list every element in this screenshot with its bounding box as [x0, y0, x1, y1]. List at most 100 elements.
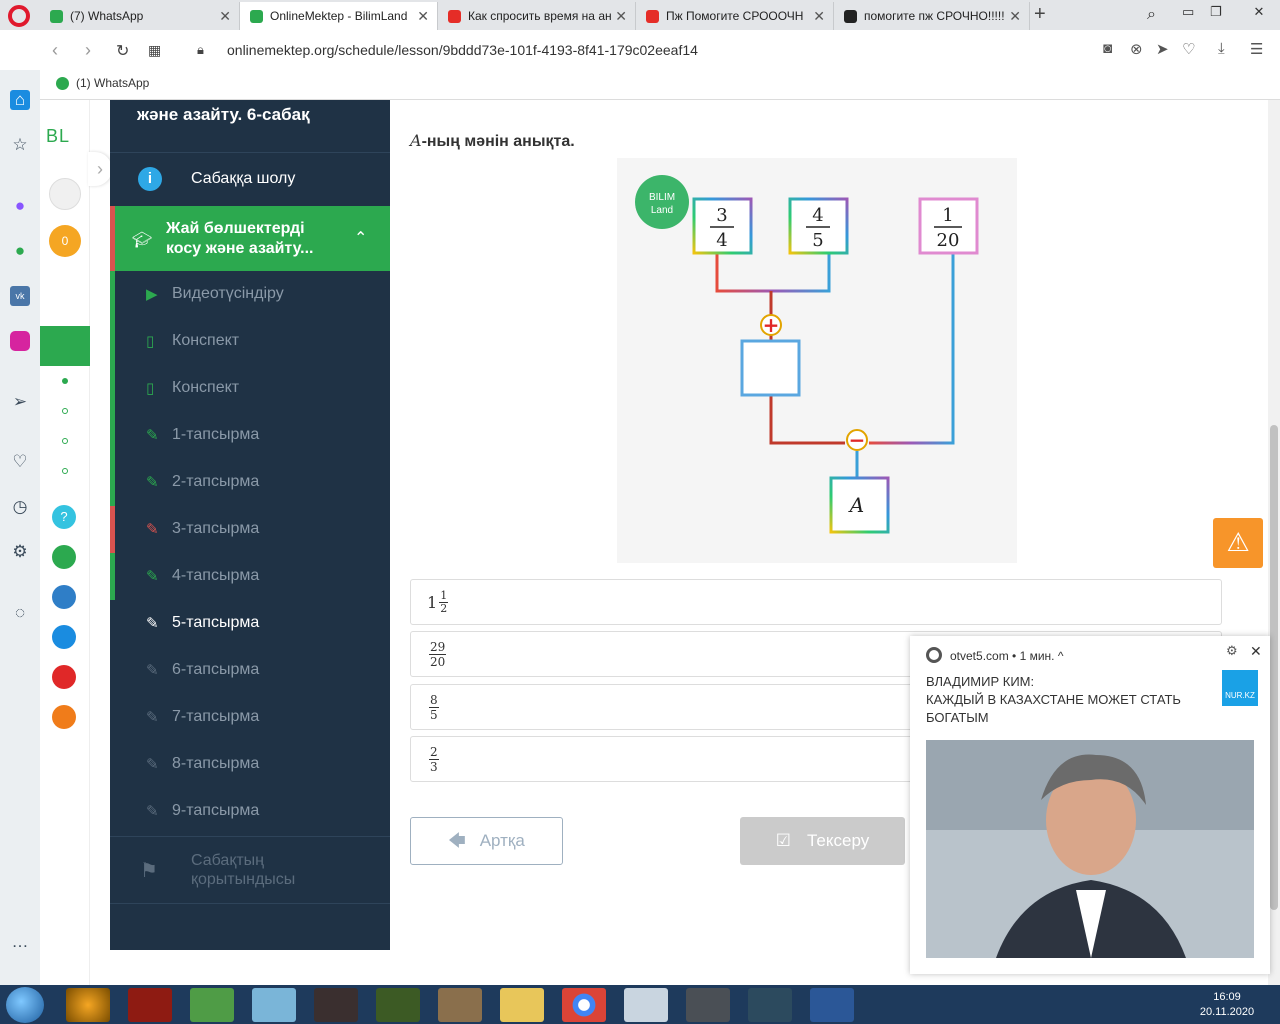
ad-photo[interactable] — [926, 740, 1254, 958]
taskbar-notes-icon[interactable] — [252, 988, 296, 1022]
ad-text[interactable]: ВЛАДИМИР КИМ: КАЖДЫЙ В КАЗАХСТАНЕ МОЖЕТ … — [926, 673, 1206, 727]
bilimland-icon[interactable] — [52, 545, 76, 569]
imagine-icon[interactable] — [52, 705, 76, 729]
back-button[interactable]: 🡄 Артқа — [410, 817, 563, 865]
dot-icon[interactable] — [62, 438, 68, 444]
adblock-icon[interactable]: ⊗ — [1130, 40, 1143, 58]
sidebar-item-12[interactable]: ✎ 9-тапсырма — [110, 788, 390, 835]
menu-icon[interactable]: ☰ — [1250, 40, 1263, 58]
tab-znanija[interactable]: помогите пж СРОЧНО!!!!! ✕ — [834, 2, 1030, 30]
vk-icon[interactable]: vk — [10, 286, 30, 306]
sidebar-item-4[interactable]: ✎ 1-тапсырма — [110, 412, 390, 459]
sidebar-item-11[interactable]: ✎ 8-тапсырма — [110, 741, 390, 788]
forward-arrow-icon[interactable]: › — [85, 40, 91, 61]
dot-icon[interactable] — [62, 408, 68, 414]
coins-badge[interactable]: 0 — [49, 225, 81, 257]
check-button[interactable]: ☑ Тексеру — [740, 817, 905, 865]
minimize-icon[interactable]: ▭ — [1182, 2, 1194, 22]
tab-youtube[interactable]: Как спросить время на ан ✕ — [438, 2, 636, 30]
avatar[interactable] — [49, 178, 81, 210]
whatsapp-icon[interactable]: ● — [10, 241, 30, 261]
onlinemektep-rail-item[interactable] — [40, 326, 90, 366]
twig-icon[interactable] — [52, 665, 76, 689]
heart-icon[interactable]: ♡ — [1182, 40, 1195, 58]
bookmark-whatsapp[interactable]: (1) WhatsApp — [76, 76, 149, 90]
app-icon[interactable] — [52, 625, 76, 649]
new-tab-button[interactable]: + — [1034, 3, 1046, 26]
lock-icon[interactable]: 🔒︎ — [197, 42, 204, 58]
tab-yandex[interactable]: Пж Помогите СРОООЧН ✕ — [636, 2, 834, 30]
opera-logo-icon[interactable] — [8, 5, 30, 27]
ad-close-icon[interactable]: ✕ — [1250, 643, 1262, 660]
sidebar-item-3[interactable]: ▯ Конспект — [110, 365, 390, 412]
close-window-icon[interactable]: ✕ — [1240, 2, 1278, 22]
summary-item[interactable]: ⚑ Сабақтың қорытындысы — [110, 837, 390, 903]
tab-onlinemektep[interactable]: OnlineMektep - BilimLand ✕ — [240, 2, 438, 30]
answer-option-1[interactable]: 1 12 — [410, 579, 1222, 625]
start-button[interactable] — [6, 987, 44, 1023]
system-tray[interactable] — [955, 996, 1185, 1014]
nurkz-logo[interactable]: NUR.KZ — [1222, 670, 1258, 706]
close-icon[interactable]: ✕ — [417, 2, 429, 30]
sidebar-item-label: 3-тапсырма — [172, 520, 260, 537]
bulb-icon[interactable]: ◌ — [10, 603, 30, 623]
clock[interactable]: 16:09 20.11.2020 — [1197, 990, 1257, 1020]
taskbar-ships-icon[interactable] — [748, 988, 792, 1022]
scrollbar-thumb[interactable] — [1270, 425, 1278, 910]
sidebar-item-2[interactable]: ▯ Конспект — [110, 318, 390, 365]
close-icon[interactable]: ✕ — [1009, 2, 1021, 30]
more-icon[interactable]: … — [10, 932, 30, 952]
expand-chevron-icon[interactable]: › — [88, 152, 112, 186]
taskbar-folder-icon[interactable] — [500, 988, 544, 1022]
url-field[interactable]: onlinemektep.org/schedule/lesson/9bddd73… — [227, 42, 698, 58]
section-header[interactable]: 🎓︎ Жай бөлшектерді косу және азайту... ⌃ — [110, 206, 390, 271]
sidebar-item-9[interactable]: ✎ 6-тапсырма — [110, 647, 390, 694]
taskbar-dota-icon[interactable] — [128, 988, 172, 1022]
restore-icon[interactable]: ❐ — [1210, 2, 1222, 22]
taskbar-game2-icon[interactable] — [376, 988, 420, 1022]
taskbar-money-icon[interactable] — [190, 988, 234, 1022]
close-icon[interactable]: ✕ — [219, 2, 231, 30]
taskbar-game-icon[interactable] — [314, 988, 358, 1022]
back-arrow-icon[interactable]: ‹ — [52, 40, 58, 61]
sidebar-item-6[interactable]: ✎ 3-тапсырма — [110, 506, 390, 553]
taskbar-tanks-icon[interactable] — [686, 988, 730, 1022]
tab-whatsapp[interactable]: (7) WhatsApp ✕ — [40, 2, 240, 30]
taskbar-app-1[interactable] — [66, 988, 110, 1022]
dot-icon[interactable] — [62, 378, 68, 384]
search-icon[interactable]: ⌕ — [1147, 5, 1156, 25]
report-warning-button[interactable]: ⚠ — [1213, 518, 1263, 568]
taskbar-word-icon[interactable] — [810, 988, 854, 1022]
sidebar-item-8[interactable]: ✎ 5-тапсырма — [110, 600, 390, 647]
taskbar-opera-icon[interactable] — [624, 988, 668, 1022]
history-icon[interactable]: ◷ — [10, 497, 30, 517]
sidebar-item-1[interactable]: ▶ Видеотүсіндіру — [110, 271, 390, 318]
settings-icon[interactable]: ⚙ — [10, 542, 30, 562]
dot-icon[interactable] — [62, 468, 68, 474]
messenger-icon[interactable]: ● — [10, 196, 30, 216]
bilimbook-icon[interactable] — [52, 585, 76, 609]
home-icon[interactable]: ⌂ — [10, 90, 30, 110]
sidebar-item-10[interactable]: ✎ 7-тапсырма — [110, 694, 390, 741]
tabs-grid-icon[interactable]: ▦ — [148, 42, 161, 59]
heart-icon[interactable]: ♡ — [10, 452, 30, 472]
instagram-icon[interactable] — [10, 331, 30, 351]
close-icon[interactable]: ✕ — [813, 2, 825, 30]
bl-logo[interactable]: BL — [46, 126, 70, 147]
send-icon[interactable]: ➢ — [10, 392, 30, 412]
download-icon[interactable]: ⤓ — [1218, 40, 1225, 57]
camera-icon[interactable]: ◙ — [1103, 40, 1112, 57]
taskbar-chrome-icon[interactable] — [562, 988, 606, 1022]
flow-icon[interactable]: ➤ — [1156, 40, 1169, 58]
overview-item[interactable]: i Сабаққа шолу — [110, 153, 390, 205]
reload-icon[interactable]: ↻ — [116, 41, 129, 61]
close-icon[interactable]: ✕ — [615, 2, 627, 30]
chevron-up-icon[interactable]: ⌃ — [354, 228, 367, 248]
badge: BILIM Land — [635, 175, 689, 229]
help-icon[interactable]: ? — [52, 505, 76, 529]
sidebar-item-5[interactable]: ✎ 2-тапсырма — [110, 459, 390, 506]
taskbar-game3-icon[interactable] — [438, 988, 482, 1022]
star-icon[interactable]: ☆ — [10, 135, 30, 155]
sidebar-item-7[interactable]: ✎ 4-тапсырма — [110, 553, 390, 600]
ad-settings-icon[interactable]: ⚙ — [1226, 643, 1238, 659]
